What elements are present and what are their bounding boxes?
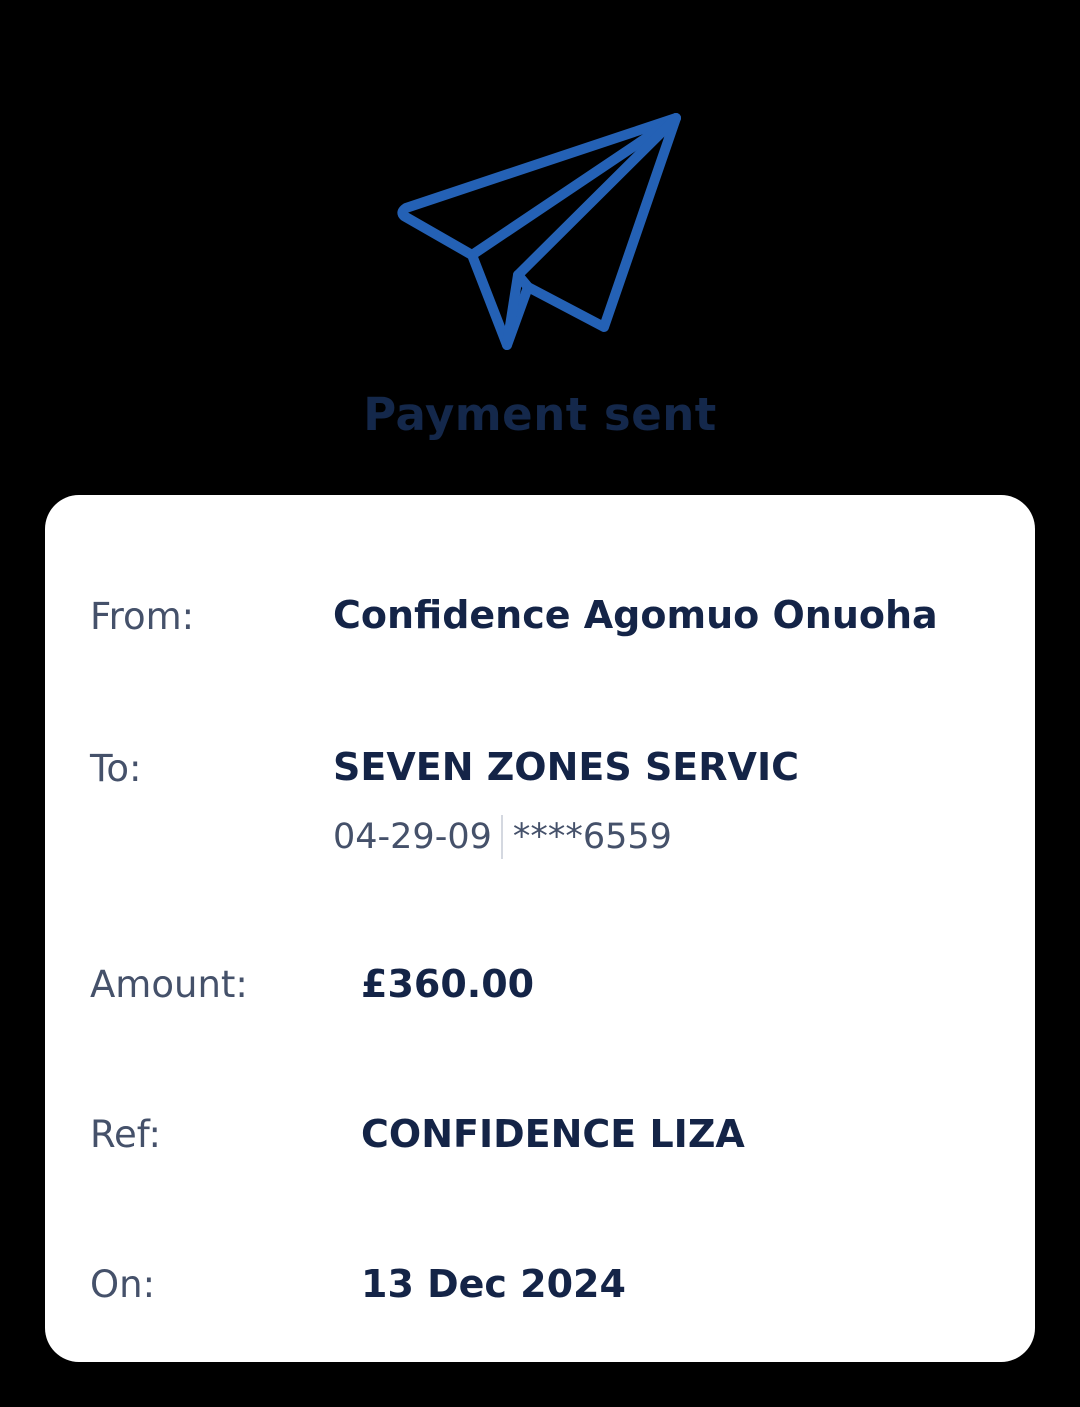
amount-label: Amount:: [90, 963, 248, 1006]
on-label: On:: [90, 1263, 156, 1306]
from-label: From:: [90, 595, 195, 638]
to-label: To:: [90, 747, 142, 790]
to-value: SEVEN ZONES SERVIC: [333, 745, 799, 789]
from-value: Confidence Agomuo Onuoha: [333, 593, 938, 637]
ref-value: CONFIDENCE LIZA: [361, 1112, 745, 1156]
amount-value: £360.00: [361, 962, 535, 1006]
paper-plane-icon: [397, 113, 681, 350]
payment-details-card: From: Confidence Agomuo Onuoha To: SEVEN…: [45, 495, 1035, 1362]
date-value: 13 Dec 2024: [361, 1262, 626, 1306]
divider: [500, 815, 503, 859]
account-details: 04-29-09 ****6559: [333, 815, 672, 859]
account-number: ****6559: [512, 817, 672, 857]
ref-label: Ref:: [90, 1113, 161, 1156]
page-title: Payment sent: [363, 388, 717, 441]
sort-code: 04-29-09: [333, 817, 492, 857]
